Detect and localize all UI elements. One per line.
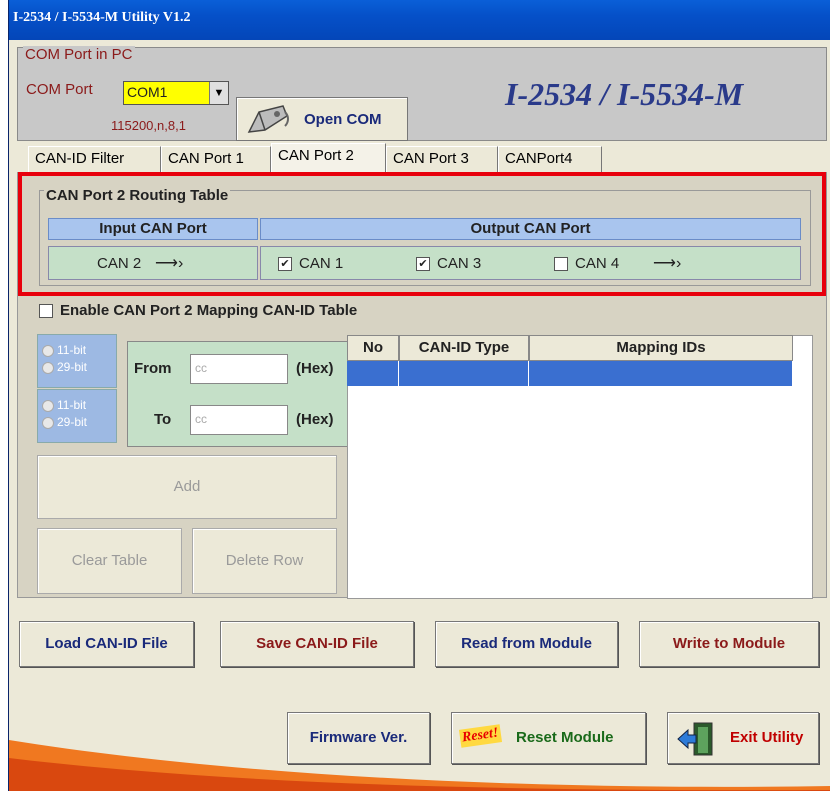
grid-header-no[interactable]: No (347, 335, 399, 361)
from-bit-radio-group: 11-bit 29-bit (37, 334, 117, 388)
com-port-group: COM Port in PC COM Port COM1 ▼ 115200,n,… (17, 46, 827, 141)
routing-highlight-box (18, 172, 826, 296)
from-label: From (134, 360, 172, 377)
save-can-id-file-button[interactable]: Save CAN-ID File (220, 621, 414, 667)
read-from-module-button[interactable]: Read from Module (435, 621, 618, 667)
serial-cable-icon (247, 105, 289, 133)
checkbox-empty-icon (39, 304, 53, 319)
to-11bit-label: 11-bit (57, 398, 87, 412)
com-group-label: COM Port in PC (23, 46, 135, 63)
open-com-button[interactable]: Open COM (236, 97, 408, 141)
com-port-value: COM1 (127, 84, 168, 100)
app-window: I-2534 / I-5534-M Utility V1.2 COM Port … (8, 0, 830, 791)
add-button[interactable]: Add (37, 455, 337, 519)
to-29bit-label: 29-bit (57, 415, 88, 429)
com-port-label: COM Port (26, 81, 93, 98)
to-label: To (154, 411, 172, 428)
id-range-box: From cc (Hex) To cc (Hex) (127, 341, 349, 447)
window-title: I-2534 / I-5534-M Utility V1.2 (13, 10, 191, 25)
com-port-select[interactable]: COM1 ▼ (123, 81, 229, 105)
to-bit-radio-group: 11-bit 29-bit (37, 389, 117, 443)
enable-mapping-label: Enable CAN Port 2 Mapping CAN-ID Table (60, 302, 358, 319)
title-bar[interactable]: I-2534 / I-5534-M Utility V1.2 (9, 0, 830, 40)
reset-badge-icon: Reset! (458, 724, 502, 748)
grid-header-can-id-type[interactable]: CAN-ID Type (399, 335, 529, 361)
delete-row-button[interactable]: Delete Row (192, 528, 337, 594)
baud-settings: 115200,n,8,1 (111, 118, 186, 133)
grid-row-selected-ids[interactable] (529, 361, 793, 386)
from-29bit-radio[interactable]: 29-bit (42, 360, 87, 374)
grid-row-selected-type[interactable] (399, 361, 529, 386)
firmware-version-button[interactable]: Firmware Ver. (287, 712, 430, 764)
to-29bit-radio[interactable]: 29-bit (42, 415, 87, 429)
from-hex-label: (Hex) (296, 360, 334, 377)
to-11bit-radio[interactable]: 11-bit (42, 398, 86, 412)
exit-door-icon (677, 722, 713, 756)
tab-can-port-3[interactable]: CAN Port 3 (386, 146, 498, 174)
enable-mapping-checkbox[interactable]: Enable CAN Port 2 Mapping CAN-ID Table (39, 302, 357, 319)
exit-utility-button[interactable]: Exit Utility (667, 712, 819, 764)
clear-table-button[interactable]: Clear Table (37, 528, 182, 594)
exit-utility-label: Exit Utility (730, 729, 804, 746)
from-id-input[interactable]: cc (190, 354, 288, 384)
from-11bit-label: 11-bit (57, 343, 87, 357)
reset-module-label: Reset Module (516, 729, 614, 746)
load-can-id-file-button[interactable]: Load CAN-ID File (19, 621, 194, 667)
write-to-module-button[interactable]: Write to Module (639, 621, 819, 667)
tab-canport4[interactable]: CANPort4 (498, 146, 602, 174)
chevron-down-icon[interactable]: ▼ (209, 82, 228, 104)
from-29bit-label: 29-bit (57, 360, 88, 374)
product-brand: I-2534 / I-5534-M (505, 76, 744, 112)
reset-module-button[interactable]: Reset! Reset Module (451, 712, 646, 764)
tab-can-port-2[interactable]: CAN Port 2 (271, 143, 386, 175)
grid-row-selected-no[interactable] (347, 361, 399, 386)
open-com-label: Open COM (304, 111, 382, 128)
grid-header-mapping-ids[interactable]: Mapping IDs (529, 335, 793, 361)
to-hex-label: (Hex) (296, 411, 334, 428)
tab-can-id-filter[interactable]: CAN-ID Filter (28, 146, 161, 174)
to-id-input[interactable]: cc (190, 405, 288, 435)
tab-can-port-1[interactable]: CAN Port 1 (161, 146, 271, 174)
from-11bit-radio[interactable]: 11-bit (42, 343, 86, 357)
